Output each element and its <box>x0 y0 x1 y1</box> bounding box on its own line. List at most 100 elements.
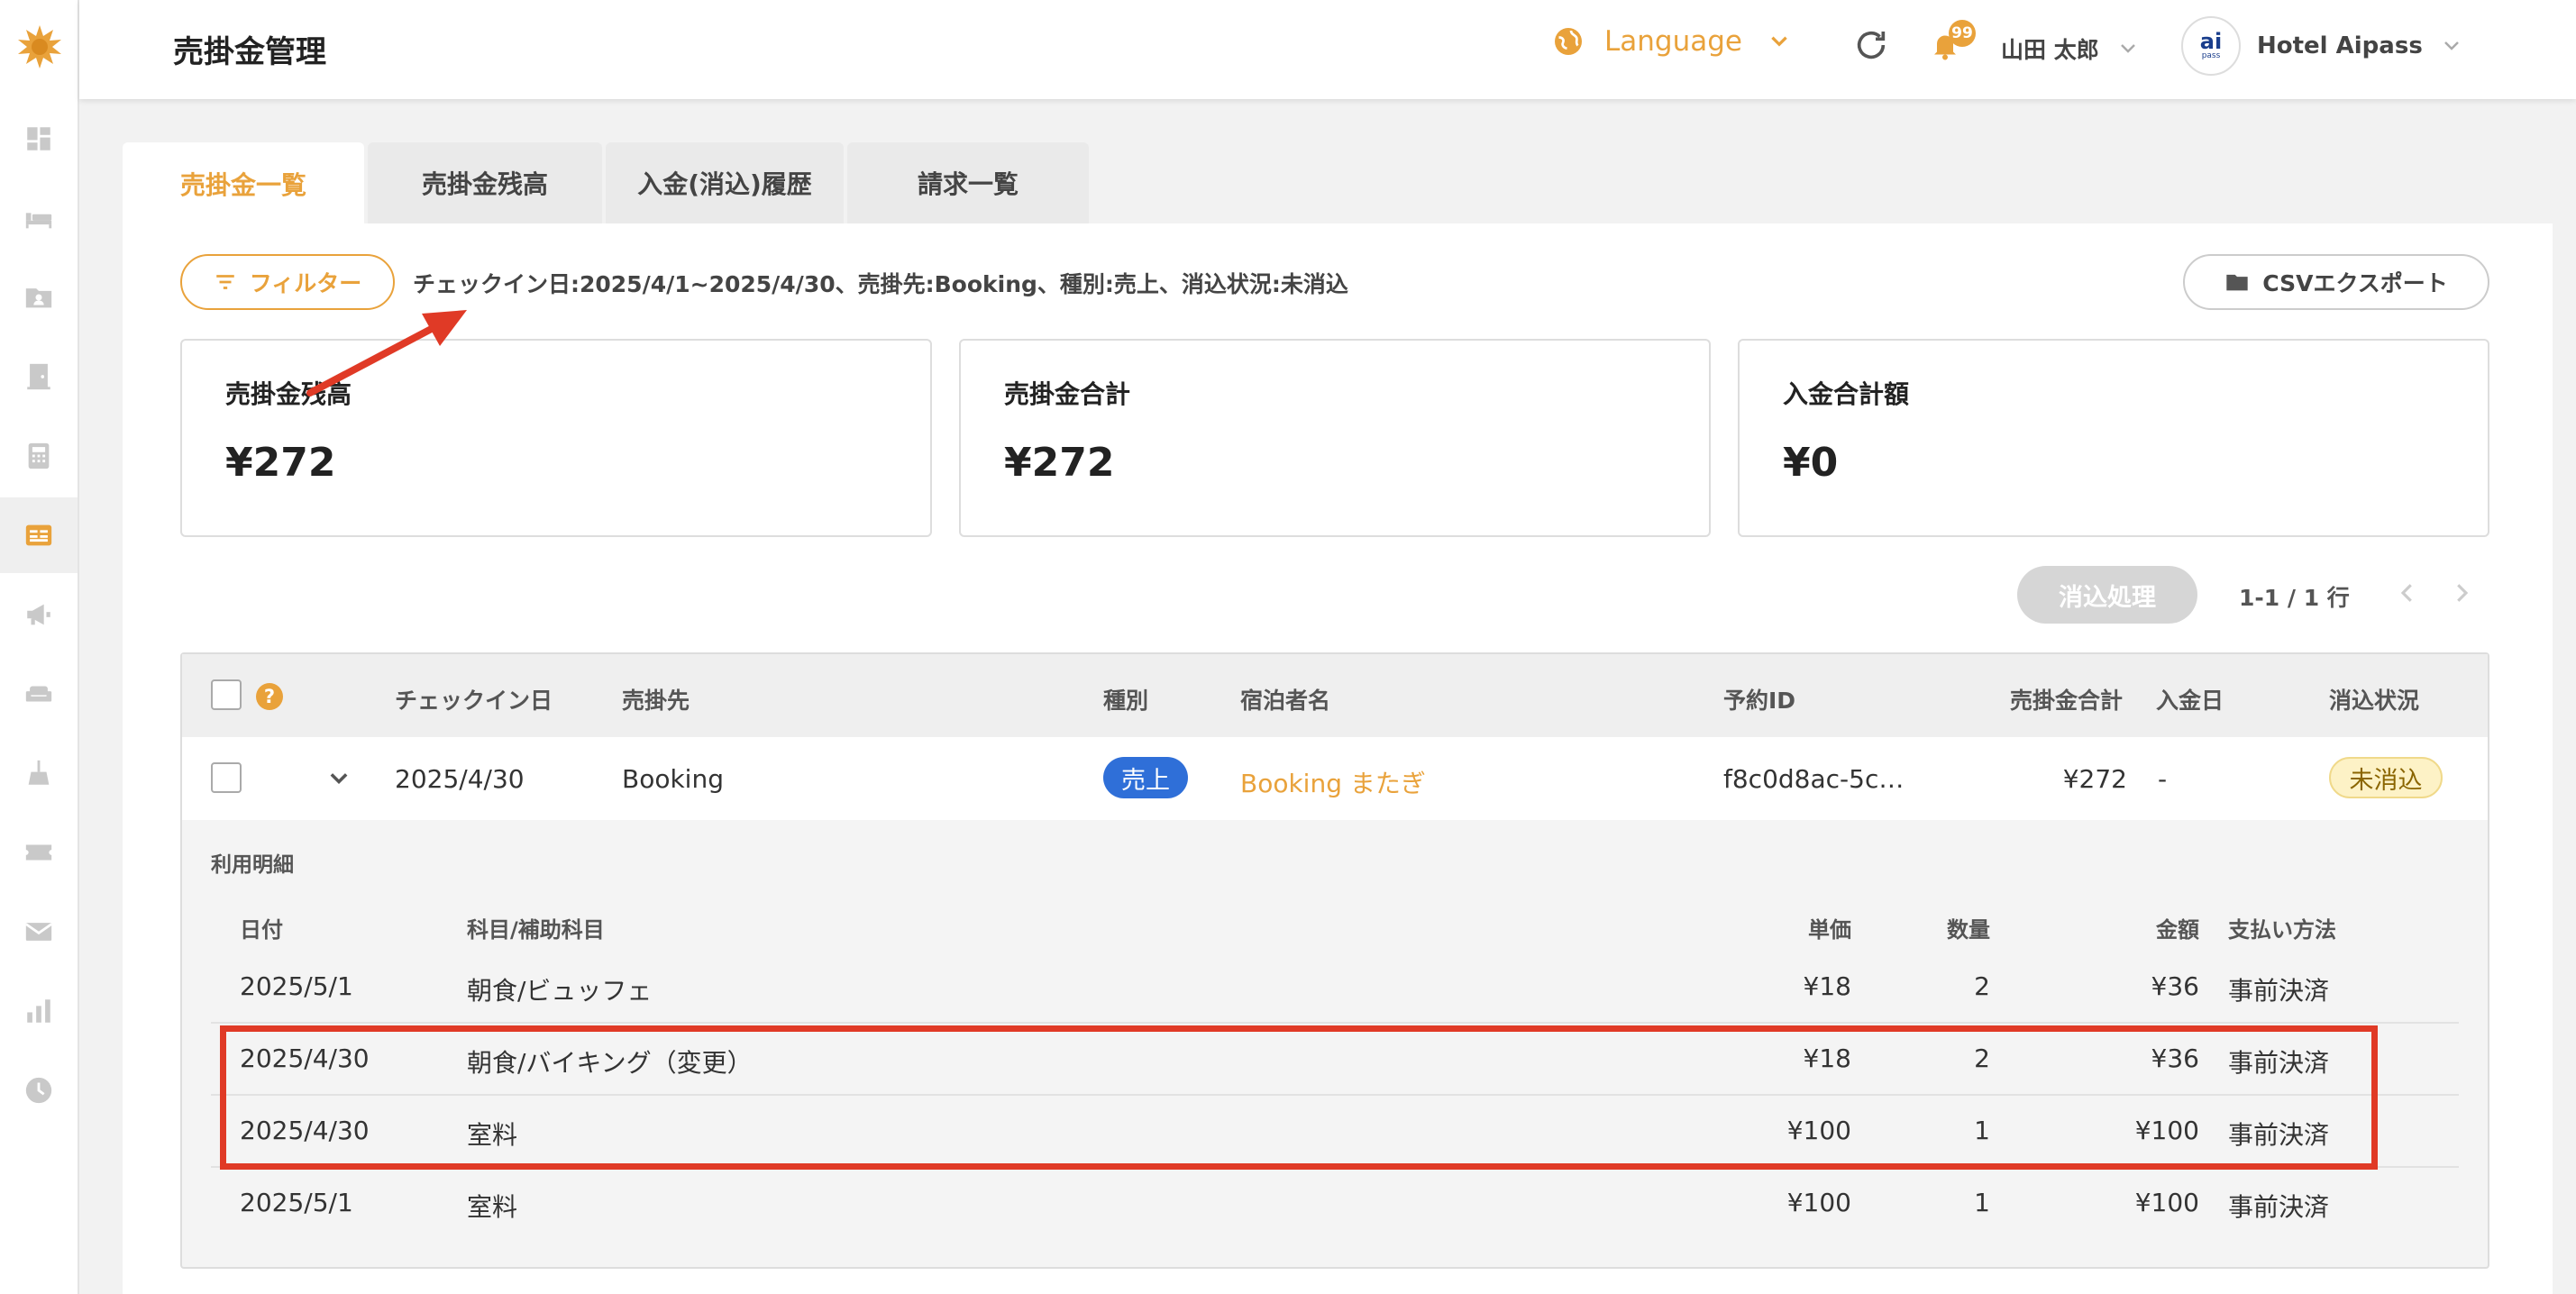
chevron-down-icon <box>2120 44 2135 53</box>
header-customer: 売掛先 <box>622 688 690 714</box>
filter-icon <box>215 275 234 289</box>
summary-card-payments: 入金合計額 ¥0 <box>1738 339 2489 537</box>
details-header-unit-price: 単価 <box>1808 917 1851 943</box>
row-checkbox[interactable] <box>211 762 242 793</box>
chevron-down-icon <box>2444 41 2459 50</box>
chevron-down-icon[interactable] <box>326 766 352 791</box>
filter-label: フィルター <box>249 270 362 296</box>
details-header-item: 科目/補助科目 <box>467 917 605 943</box>
cell-checkin: 2025/4/30 <box>395 764 525 794</box>
detail-amount: ¥100 <box>2134 1188 2199 1217</box>
header-reservation-id: 予約ID <box>1723 688 1796 714</box>
cell-customer: Booking <box>622 764 724 794</box>
detail-quantity: 1 <box>1974 1188 1990 1217</box>
detail-date: 2025/5/1 <box>240 1188 353 1217</box>
detail-method: 事前決済 <box>2228 1192 2330 1222</box>
refresh-icon[interactable] <box>1853 27 1889 63</box>
sidebar-item-accounting[interactable] <box>0 418 78 494</box>
sidebar-item-dashboard[interactable] <box>0 101 78 177</box>
filter-summary: チェックイン日:2025/4/1~2025/4/30、売掛先:Booking、種… <box>413 271 1348 297</box>
detail-quantity: 2 <box>1974 971 1990 1001</box>
bar-chart-icon <box>27 999 50 1023</box>
avatar-text: ai <box>2199 29 2223 54</box>
hotel-avatar[interactable]: ai pass <box>2181 16 2241 76</box>
door-icon <box>27 363 50 390</box>
card-label: 入金合計額 <box>1783 379 1910 409</box>
user-name: 山田 太郎 <box>2001 37 2099 63</box>
detail-item: 室料 <box>467 1192 518 1222</box>
cell-total: ¥272 <box>2062 764 2127 794</box>
details-header-method: 支払い方法 <box>2228 917 2336 943</box>
tab-payment-history[interactable]: 入金(消込)履歴 <box>606 142 844 223</box>
guest-link[interactable]: Booking またぎ <box>1240 764 1426 800</box>
sidebar-item-checkin[interactable] <box>0 339 78 415</box>
sidebar-item-history[interactable] <box>0 1053 78 1128</box>
status-badge: 未消込 <box>2329 757 2443 798</box>
tab-receivables-balance[interactable]: 売掛金残高 <box>368 142 602 223</box>
header-type: 種別 <box>1103 688 1149 714</box>
details-header-amount: 金額 <box>2156 917 2199 943</box>
help-icon[interactable]: ? <box>256 683 283 710</box>
chevron-left-icon[interactable] <box>2394 577 2421 609</box>
card-label: 売掛金合計 <box>1004 379 1131 409</box>
cell-reservation-id: f8c0d8ac-5c… <box>1723 764 1905 794</box>
header-checkin: チェックイン日 <box>395 688 553 714</box>
tab-receivables-list[interactable]: 売掛金一覧 <box>123 142 364 225</box>
sidebar-item-reports[interactable] <box>0 973 78 1049</box>
sidebar-item-marketing[interactable] <box>0 577 78 652</box>
calculator-icon <box>28 442 50 469</box>
hotel-name: Hotel Aipass <box>2257 32 2423 59</box>
detail-unit-price: ¥100 <box>1786 1188 1851 1217</box>
header-guest: 宿泊者名 <box>1240 688 1331 714</box>
header-total: 売掛金合計 <box>2010 688 2124 714</box>
detail-date: 2025/5/1 <box>240 971 353 1001</box>
avatar-subtext: pass <box>2201 51 2221 60</box>
settle-button[interactable]: 消込処理 <box>2017 566 2197 624</box>
user-menu[interactable]: 山田 太郎 <box>2001 32 2139 65</box>
hotel-menu[interactable]: Hotel Aipass <box>2257 32 2462 59</box>
page-title: 売掛金管理 <box>173 34 326 70</box>
chevron-down-icon <box>1771 36 1787 47</box>
sidebar-item-mail[interactable] <box>0 894 78 970</box>
annotation-highlight-box <box>220 1025 2378 1170</box>
card-value: ¥272 <box>1004 440 1115 486</box>
annotation-arrow <box>306 310 467 396</box>
language-label: Language <box>1604 25 1742 58</box>
chevron-right-icon[interactable] <box>2448 577 2475 609</box>
summary-card-balance: 売掛金残高 ¥272 <box>180 339 932 537</box>
tab-invoices[interactable]: 請求一覧 <box>847 142 1089 223</box>
csv-label: CSVエクスポート <box>2262 270 2448 296</box>
sidebar-item-facilities[interactable] <box>0 656 78 732</box>
detail-method: 事前決済 <box>2228 976 2330 1006</box>
language-selector[interactable]: Language <box>1552 25 1791 58</box>
details-title: 利用明細 <box>211 853 294 877</box>
header-payment-date: 入金日 <box>2156 688 2224 714</box>
sofa-icon <box>25 686 52 702</box>
folder-icon <box>2226 274 2248 291</box>
sidebar-item-tickets[interactable] <box>0 815 78 890</box>
ticket-icon <box>25 844 52 861</box>
select-all-checkbox[interactable] <box>211 679 242 710</box>
globe-icon <box>1555 28 1582 55</box>
cleaning-icon <box>28 760 50 785</box>
details-header-date: 日付 <box>240 917 283 943</box>
card-value: ¥0 <box>1783 440 1839 486</box>
sidebar-item-cleaning[interactable] <box>0 735 78 811</box>
card-value: ¥272 <box>225 440 336 486</box>
summary-card-total: 売掛金合計 ¥272 <box>959 339 1711 537</box>
sidebar-item-guests[interactable] <box>0 260 78 335</box>
type-badge: 売上 <box>1103 757 1188 798</box>
header-status: 消込状況 <box>2329 688 2420 714</box>
dashboard-icon <box>27 127 50 150</box>
clock-icon <box>25 1077 52 1104</box>
sidebar-item-rooms[interactable] <box>0 180 78 256</box>
row-divider <box>211 1022 2459 1024</box>
sidebar-item-receivables[interactable] <box>0 497 78 573</box>
pagination-info: 1-1 / 1 行 <box>2239 585 2350 611</box>
receivable-icon <box>25 524 52 546</box>
notification-badge: 99 <box>1949 20 1976 47</box>
folder-user-icon <box>25 288 52 308</box>
csv-export-button[interactable]: CSVエクスポート <box>2183 254 2489 310</box>
logo-icon[interactable] <box>16 23 63 70</box>
sidebar <box>0 0 79 1294</box>
